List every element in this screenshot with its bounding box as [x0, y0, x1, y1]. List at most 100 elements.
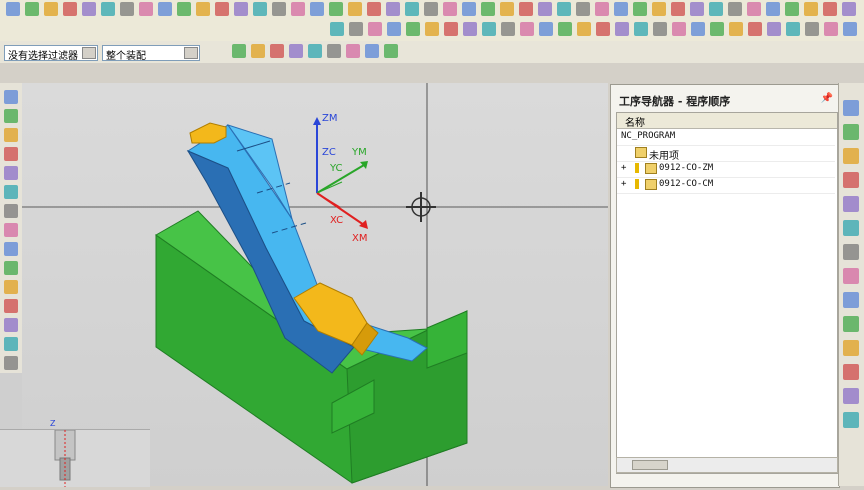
toolbar-button-icon[interactable]: [804, 2, 818, 16]
scrollbar-thumb[interactable]: [632, 460, 668, 470]
toolbar-button-icon[interactable]: [4, 280, 18, 294]
toolbar-button-icon[interactable]: [481, 2, 495, 16]
tree-row-unused[interactable]: 未用项: [617, 145, 835, 162]
toolbar-button-icon[interactable]: [348, 2, 362, 16]
toolbar-button-icon[interactable]: [482, 22, 496, 36]
tree-row-program-cm[interactable]: + 0912-CO-CM: [617, 177, 835, 194]
toolbar-button-icon[interactable]: [272, 2, 286, 16]
toolbar-button-icon[interactable]: [843, 124, 859, 140]
toolbar-button-icon[interactable]: [748, 22, 762, 36]
toolbar-button-icon[interactable]: [308, 44, 322, 58]
toolbar-button-icon[interactable]: [251, 44, 265, 58]
toolbar-button-icon[interactable]: [615, 22, 629, 36]
toolbar-button-icon[interactable]: [671, 2, 685, 16]
tree-row-nc-program[interactable]: NC_PROGRAM: [617, 129, 835, 146]
toolbar-button-icon[interactable]: [843, 268, 859, 284]
toolbar-button-icon[interactable]: [405, 2, 419, 16]
toolbar-button-icon[interactable]: [330, 22, 344, 36]
toolbar-button-icon[interactable]: [463, 22, 477, 36]
toolbar-button-icon[interactable]: [4, 147, 18, 161]
toolbar-button-icon[interactable]: [843, 316, 859, 332]
toolbar-button-icon[interactable]: [4, 185, 18, 199]
toolbar-button-icon[interactable]: [4, 337, 18, 351]
toolbar-button-icon[interactable]: [4, 109, 18, 123]
toolbar-button-icon[interactable]: [215, 2, 229, 16]
toolbar-button-icon[interactable]: [843, 292, 859, 308]
toolbar-button-icon[interactable]: [443, 2, 457, 16]
toolbar-button-icon[interactable]: [6, 2, 20, 16]
toolbar-button-icon[interactable]: [728, 2, 742, 16]
toolbar-button-icon[interactable]: [785, 2, 799, 16]
toolbar-button-icon[interactable]: [406, 22, 420, 36]
column-header-name[interactable]: 名称: [617, 113, 837, 129]
toolbar-button-icon[interactable]: [519, 2, 533, 16]
toolbar-button-icon[interactable]: [843, 244, 859, 260]
toolbar-button-icon[interactable]: [747, 2, 761, 16]
toolbar-button-icon[interactable]: [386, 2, 400, 16]
toolbar-button-icon[interactable]: [384, 44, 398, 58]
toolbar-button-icon[interactable]: [329, 2, 343, 16]
toolbar-button-icon[interactable]: [232, 44, 246, 58]
toolbar-button-icon[interactable]: [558, 22, 572, 36]
toolbar-button-icon[interactable]: [44, 2, 58, 16]
toolbar-button-icon[interactable]: [690, 2, 704, 16]
toolbar-button-icon[interactable]: [672, 22, 686, 36]
pin-icon[interactable]: 📌: [821, 93, 833, 104]
toolbar-button-icon[interactable]: [843, 196, 859, 212]
toolbar-button-icon[interactable]: [365, 44, 379, 58]
toolbar-button-icon[interactable]: [4, 166, 18, 180]
toolbar-button-icon[interactable]: [177, 2, 191, 16]
assembly-select[interactable]: 整个装配: [102, 45, 200, 62]
toolbar-button-icon[interactable]: [425, 22, 439, 36]
toolbar-button-icon[interactable]: [25, 2, 39, 16]
toolbar-button-icon[interactable]: [387, 22, 401, 36]
toolbar-button-icon[interactable]: [823, 2, 837, 16]
toolbar-button-icon[interactable]: [577, 22, 591, 36]
toolbar-button-icon[interactable]: [843, 340, 859, 356]
toolbar-button-icon[interactable]: [843, 412, 859, 428]
toolbar-button-icon[interactable]: [843, 148, 859, 164]
toolbar-button-icon[interactable]: [538, 2, 552, 16]
tree-row-program-zm[interactable]: + 0912-CO-ZM: [617, 161, 835, 178]
toolbar-button-icon[interactable]: [4, 204, 18, 218]
toolbar-button-icon[interactable]: [101, 2, 115, 16]
toolbar-button-icon[interactable]: [4, 356, 18, 370]
toolbar-button-icon[interactable]: [444, 22, 458, 36]
navigator-tree[interactable]: 名称 NC_PROGRAM 未用项 + 0912-CO-ZM + 0912-CO…: [616, 112, 838, 474]
toolbar-button-icon[interactable]: [557, 2, 571, 16]
toolbar-button-icon[interactable]: [653, 22, 667, 36]
toolbar-button-icon[interactable]: [842, 2, 856, 16]
toolbar-button-icon[interactable]: [196, 2, 210, 16]
horizontal-scrollbar[interactable]: [616, 457, 838, 473]
toolbar-button-icon[interactable]: [576, 2, 590, 16]
toolbar-button-icon[interactable]: [4, 90, 18, 104]
toolbar-button-icon[interactable]: [843, 364, 859, 380]
toolbar-button-icon[interactable]: [368, 22, 382, 36]
toolbar-button-icon[interactable]: [158, 2, 172, 16]
toolbar-button-icon[interactable]: [596, 22, 610, 36]
toolbar-button-icon[interactable]: [253, 2, 267, 16]
toolbar-button-icon[interactable]: [766, 2, 780, 16]
toolbar-button-icon[interactable]: [709, 2, 723, 16]
toolbar-button-icon[interactable]: [520, 22, 534, 36]
filter-select[interactable]: 没有选择过滤器: [4, 45, 98, 62]
toolbar-button-icon[interactable]: [4, 223, 18, 237]
toolbar-button-icon[interactable]: [4, 242, 18, 256]
toolbar-button-icon[interactable]: [710, 22, 724, 36]
toolbar-button-icon[interactable]: [843, 172, 859, 188]
toolbar-button-icon[interactable]: [539, 22, 553, 36]
toolbar-button-icon[interactable]: [327, 44, 341, 58]
toolbar-button-icon[interactable]: [4, 128, 18, 142]
toolbar-button-icon[interactable]: [120, 2, 134, 16]
toolbar-button-icon[interactable]: [595, 2, 609, 16]
toolbar-button-icon[interactable]: [4, 299, 18, 313]
toolbar-button-icon[interactable]: [4, 261, 18, 275]
toolbar-button-icon[interactable]: [652, 2, 666, 16]
toolbar-button-icon[interactable]: [633, 2, 647, 16]
toolbar-button-icon[interactable]: [270, 44, 284, 58]
toolbar-button-icon[interactable]: [462, 2, 476, 16]
toolbar-button-icon[interactable]: [349, 22, 363, 36]
toolbar-button-icon[interactable]: [139, 2, 153, 16]
toolbar-button-icon[interactable]: [291, 2, 305, 16]
toolbar-button-icon[interactable]: [289, 44, 303, 58]
